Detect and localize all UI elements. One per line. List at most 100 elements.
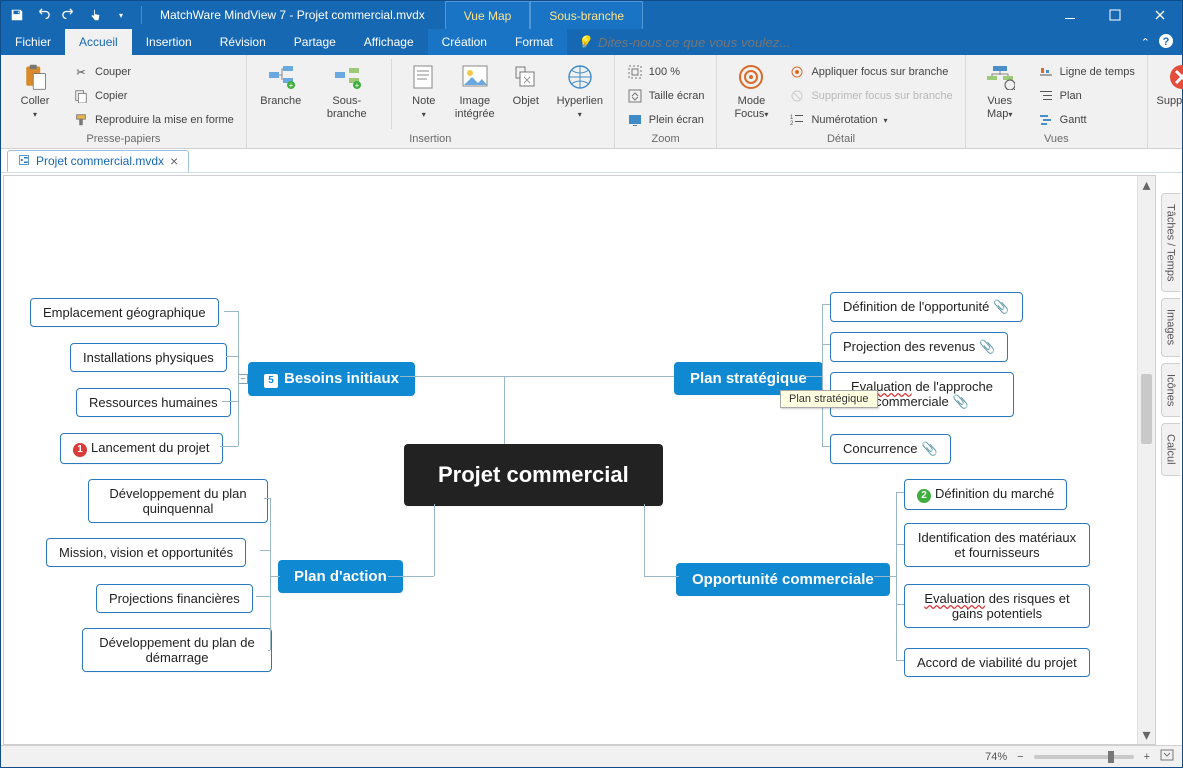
ribbon-body: Coller▾ ✂Couper Copier Reproduire la mis… xyxy=(1,55,1182,149)
zoom-knob[interactable] xyxy=(1108,751,1114,763)
undo-icon[interactable] xyxy=(35,7,51,23)
node-dev-quinquennal[interactable]: Développement du plan quinquennal xyxy=(88,479,268,523)
node-opportunite[interactable]: Opportunité commerciale xyxy=(676,563,890,596)
node-plan-action[interactable]: Plan d'action xyxy=(278,560,403,593)
lightbulb-icon: 💡 xyxy=(577,35,592,49)
context-tabs: Vue Map Sous-branche xyxy=(445,1,643,29)
mindmap-canvas[interactable]: Projet commercial 5Besoins initiaux – Em… xyxy=(4,176,1137,744)
node-accord-viabilite[interactable]: Accord de viabilité du projet xyxy=(904,648,1090,677)
copier-button[interactable]: Copier xyxy=(69,85,238,107)
svg-text:+: + xyxy=(288,81,293,90)
save-icon[interactable] xyxy=(9,7,25,23)
taille-ecran-button[interactable]: Taille écran xyxy=(623,85,709,107)
node-identification-mat[interactable]: Identification des matériaux et fourniss… xyxy=(904,523,1090,567)
objet-button[interactable]: Objet xyxy=(506,59,546,108)
reproduire-button[interactable]: Reproduire la mise en forme xyxy=(69,109,238,131)
node-lancement[interactable]: 1Lancement du projet xyxy=(60,433,223,464)
side-tab-taches[interactable]: Tâches / Temps xyxy=(1161,193,1180,292)
gantt-button[interactable]: Gantt xyxy=(1034,109,1139,131)
paste-icon xyxy=(19,61,51,93)
fit-screen-icon xyxy=(627,88,643,104)
hyperlien-button[interactable]: Hyperlien▾ xyxy=(554,59,606,121)
context-tab-vue-map[interactable]: Vue Map xyxy=(445,1,531,29)
touch-mode-icon[interactable] xyxy=(87,7,103,23)
maximize-button[interactable] xyxy=(1092,1,1137,29)
svg-text:+: + xyxy=(354,81,359,90)
object-icon xyxy=(510,61,542,93)
coller-button[interactable]: Coller▾ xyxy=(9,59,61,121)
node-center[interactable]: Projet commercial xyxy=(404,444,663,506)
side-tab-calcul[interactable]: Calcul xyxy=(1161,423,1180,476)
tell-me-search[interactable]: 💡 xyxy=(577,29,798,55)
tell-me-input[interactable] xyxy=(598,35,798,50)
couper-button[interactable]: ✂Couper xyxy=(69,61,238,83)
attachment-icon: 📎 xyxy=(979,339,995,354)
zoom-out-icon[interactable]: − xyxy=(1017,751,1023,763)
tab-fichier[interactable]: Fichier xyxy=(1,29,65,55)
branche-button[interactable]: +Branche xyxy=(255,59,307,108)
scroll-thumb[interactable] xyxy=(1141,374,1152,444)
mode-focus-button[interactable]: Mode Focus▾ xyxy=(725,59,777,121)
tab-accueil[interactable]: Accueil xyxy=(65,29,132,55)
node-definition-opp[interactable]: Définition de l'opportunité📎 xyxy=(830,292,1023,322)
node-installations[interactable]: Installations physiques xyxy=(70,343,227,372)
note-icon xyxy=(408,61,440,93)
zoom-in-icon[interactable]: + xyxy=(1144,751,1150,763)
node-def-marche[interactable]: 2Définition du marché xyxy=(904,479,1067,510)
redo-icon[interactable] xyxy=(61,7,77,23)
node-projections-fin[interactable]: Projections financières xyxy=(96,584,253,613)
numerotation-button[interactable]: 12Numérotation ▾ xyxy=(785,109,956,131)
node-besoins-initiaux[interactable]: 5Besoins initiaux xyxy=(248,362,415,396)
scroll-down-icon[interactable]: ▾ xyxy=(1138,726,1155,744)
image-icon xyxy=(459,61,491,93)
supprimer-focus-button: Supprimer focus sur branche xyxy=(785,85,956,107)
context-tab-sous-branche[interactable]: Sous-branche xyxy=(530,1,643,29)
tab-format[interactable]: Format xyxy=(501,29,567,55)
svg-text:2: 2 xyxy=(790,121,794,127)
fullscreen-icon xyxy=(627,112,643,128)
zoom-100-button[interactable]: 100 % xyxy=(623,61,709,83)
node-rh[interactable]: Ressources humaines xyxy=(76,388,231,417)
tab-insertion[interactable]: Insertion xyxy=(132,29,206,55)
vertical-scrollbar[interactable]: ▴ ▾ xyxy=(1137,176,1155,744)
collapse-ribbon-icon[interactable]: ⌃ xyxy=(1141,36,1150,49)
node-mission-vision[interactable]: Mission, vision et opportunités xyxy=(46,538,246,567)
qat-dropdown-icon[interactable]: ▾ xyxy=(113,7,129,23)
ligne-temps-button[interactable]: Ligne de temps xyxy=(1034,61,1139,83)
side-tab-images[interactable]: Images xyxy=(1161,298,1180,356)
scroll-up-icon[interactable]: ▴ xyxy=(1138,176,1155,194)
node-dev-demarrage[interactable]: Développement du plan de démarrage xyxy=(82,628,272,672)
zoom-value: 74% xyxy=(985,751,1007,763)
vues-map-button[interactable]: Vues Map▾ xyxy=(974,59,1026,121)
node-emplacement-geo[interactable]: Emplacement géographique xyxy=(30,298,219,327)
node-concurrence[interactable]: Concurrence📎 xyxy=(830,434,951,464)
tab-creation[interactable]: Création xyxy=(428,29,501,55)
format-painter-icon xyxy=(73,112,89,128)
plein-ecran-button[interactable]: Plein écran xyxy=(623,109,709,131)
node-projection-rev[interactable]: Projection des revenus📎 xyxy=(830,332,1008,362)
plan-button[interactable]: Plan xyxy=(1034,85,1139,107)
document-tab[interactable]: Projet commercial.mvdx × xyxy=(7,150,189,172)
close-button[interactable] xyxy=(1137,1,1182,29)
tab-partage[interactable]: Partage xyxy=(280,29,350,55)
window-title: MatchWare MindView 7 - Projet commercial… xyxy=(160,8,425,22)
image-button[interactable]: Image intégrée xyxy=(452,59,498,121)
note-button[interactable]: Note▾ xyxy=(404,59,444,121)
badge: 5 xyxy=(264,374,278,388)
zoom-slider[interactable] xyxy=(1034,755,1134,759)
close-tab-icon[interactable]: × xyxy=(170,153,178,169)
scroll-track[interactable] xyxy=(1138,194,1155,726)
supprimer-button[interactable]: Supprimer xyxy=(1156,59,1183,108)
sous-branche-button[interactable]: +Sous-branche xyxy=(315,59,379,121)
zoom-fit-icon[interactable] xyxy=(1160,749,1174,764)
collapse-handle[interactable]: – xyxy=(238,374,248,384)
help-icon[interactable]: ? xyxy=(1158,33,1174,52)
minimize-button[interactable] xyxy=(1047,1,1092,29)
appliquer-focus-button[interactable]: Appliquer focus sur branche xyxy=(785,61,956,83)
apply-focus-icon xyxy=(789,64,805,80)
badge: 1 xyxy=(73,443,87,457)
tab-revision[interactable]: Révision xyxy=(206,29,280,55)
tab-affichage[interactable]: Affichage xyxy=(350,29,428,55)
side-tab-icones[interactable]: Icônes xyxy=(1161,363,1180,417)
node-eval-risques[interactable]: Evaluation des risques et gains potentie… xyxy=(904,584,1090,628)
